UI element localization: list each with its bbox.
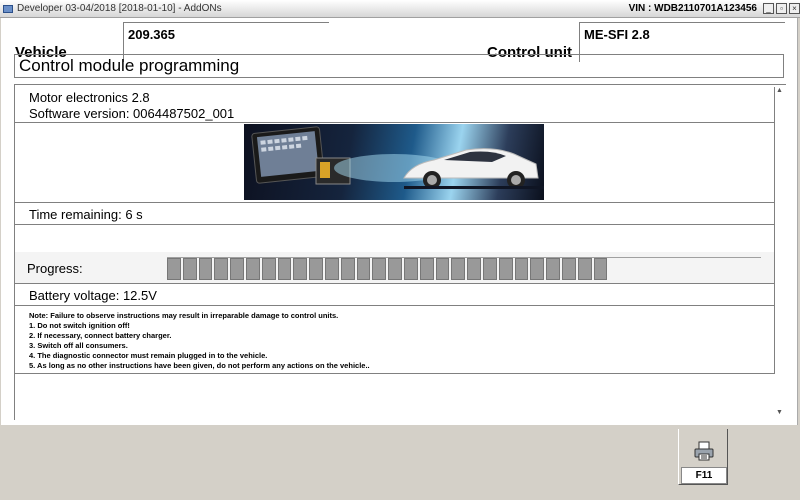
app-icon	[3, 4, 13, 13]
progress-segment	[340, 258, 355, 280]
f11-key-label: F11	[681, 467, 727, 484]
progress-segment	[498, 258, 513, 280]
progress-segment	[482, 258, 497, 280]
printer-icon	[694, 441, 714, 466]
progress-row: Progress:	[15, 252, 775, 284]
note-item: 4. The diagnostic connector must remain …	[29, 351, 268, 360]
banner-row	[15, 123, 775, 203]
progress-segment	[293, 258, 308, 280]
progress-segment	[593, 258, 608, 280]
battery-voltage: Battery voltage: 12.5V	[15, 284, 775, 306]
progress-segment	[546, 258, 560, 280]
progress-segment	[372, 258, 387, 280]
progress-segment	[182, 258, 197, 280]
note-item: 5. As long as no other instructions have…	[29, 361, 370, 370]
time-remaining: Time remaining: 6 s	[15, 203, 775, 225]
progress-segment	[167, 258, 181, 280]
scrollbar[interactable]: ▲ ▼	[774, 85, 786, 421]
progress-segment	[577, 258, 592, 280]
progress-segment	[324, 258, 339, 280]
progress-segment	[530, 258, 545, 280]
progress-segment	[561, 258, 576, 280]
note-item: 3. Switch off all consumers.	[29, 341, 128, 350]
module-name: Motor electronics 2.8	[29, 90, 150, 105]
progress-segment	[467, 258, 481, 280]
software-version: Software version: 0064487502_001	[29, 106, 235, 121]
progress-segment	[309, 258, 323, 280]
progress-segment	[214, 258, 229, 280]
close-button[interactable]: ×	[789, 3, 800, 14]
window-title: Developer 03-04/2018 [2018-01-10] - AddO…	[17, 3, 222, 14]
minimize-button[interactable]: _	[763, 3, 774, 14]
scroll-down-icon[interactable]: ▼	[776, 409, 783, 416]
note-warning: Note: Failure to observe instructions ma…	[29, 311, 339, 320]
progress-segment	[277, 258, 292, 280]
progress-segment	[198, 258, 213, 280]
progress-segment	[514, 258, 529, 280]
main-area: Vehicle 209.365 Control unit ME-SFI 2.8 …	[1, 18, 798, 425]
programming-panel: Motor electronics 2.8 Software version: …	[14, 84, 786, 420]
progress-segment	[356, 258, 371, 280]
progress-segment	[451, 258, 466, 280]
promo-banner-image	[244, 124, 544, 200]
progress-segment	[419, 258, 434, 280]
progress-segment	[388, 258, 402, 280]
title-bar: Developer 03-04/2018 [2018-01-10] - AddO…	[0, 0, 800, 18]
progress-segment	[245, 258, 260, 280]
restore-button[interactable]: ▫	[776, 3, 787, 14]
note-item: 1. Do not switch ignition off!	[29, 321, 130, 330]
scroll-up-icon[interactable]: ▲	[776, 87, 783, 94]
vin-label: VIN : WDB2110701A123456	[628, 3, 757, 14]
progress-segment	[403, 258, 418, 280]
section-title: Control module programming	[14, 54, 784, 78]
progress-segment	[435, 258, 450, 280]
progress-segment	[261, 258, 276, 280]
note-item: 2. If necessary, connect battery charger…	[29, 331, 172, 340]
progress-label: Progress:	[27, 261, 83, 276]
print-button[interactable]: F11	[678, 429, 728, 485]
module-info: Motor electronics 2.8 Software version: …	[15, 87, 775, 123]
notes-box: Note: Failure to observe instructions ma…	[15, 306, 775, 374]
spacer-row	[15, 225, 775, 252]
progress-bar	[167, 257, 761, 280]
progress-segment	[230, 258, 244, 280]
